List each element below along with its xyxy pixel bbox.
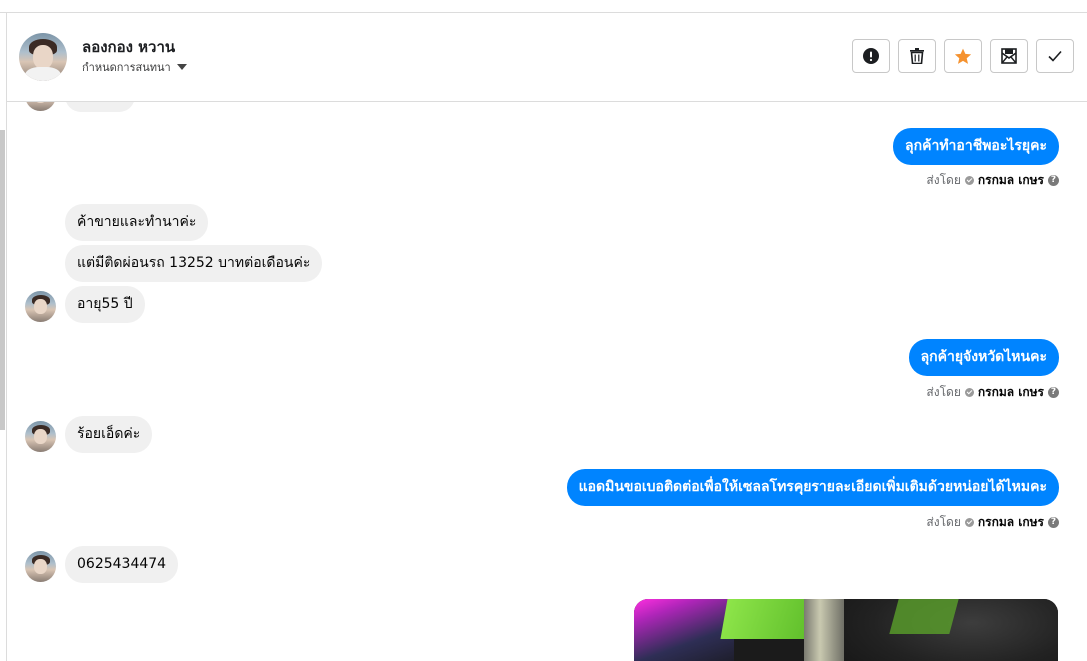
message-bubble-outgoing[interactable]: ลุกค้าทำอาชีพอะไรยุคะ — [893, 128, 1059, 165]
delete-button[interactable] — [898, 39, 936, 73]
sent-by-line: ส่งโดย กรกมล เกษร ? — [926, 171, 1059, 190]
message-bubble-incoming-cut — [65, 102, 135, 112]
trash-icon — [910, 48, 924, 64]
image-attachment[interactable] — [634, 599, 1058, 661]
contact-avatar-small[interactable] — [25, 291, 56, 322]
sent-by-line: ส่งโดย กรกมล เกษร ? — [926, 383, 1059, 402]
contact-avatar-small — [25, 102, 56, 111]
left-scrollbar[interactable] — [0, 130, 5, 430]
help-icon[interactable]: ? — [1048, 387, 1059, 398]
seen-check-icon — [964, 388, 974, 397]
sent-by-line: ส่งโดย กรกมล เกษร ? — [926, 513, 1059, 532]
sent-by-prefix: ส่งโดย — [926, 173, 961, 187]
contact-avatar-small[interactable] — [25, 421, 56, 452]
help-icon[interactable]: ? — [1048, 517, 1059, 528]
agent-name[interactable]: กรกมล เกษร — [978, 383, 1044, 402]
message-bubble-incoming[interactable]: อายุ55 ปี — [65, 286, 145, 323]
contact-avatar-small[interactable] — [25, 551, 56, 582]
message-bubble-outgoing[interactable]: แอดมินขอเบอติดต่อเพื่อให้เซลลโทรคุยรายละ… — [566, 469, 1059, 506]
message-bubble-incoming[interactable]: ค้าขายและทำนาค่ะ — [65, 204, 209, 241]
agent-name[interactable]: กรกมล เกษร — [978, 171, 1044, 190]
conversation-header: ลองกอง หวาน กำหนดการสนทนา — [7, 13, 1087, 102]
contact-name[interactable]: ลองกอง หวาน — [82, 35, 175, 59]
message-bubble-incoming[interactable]: 0625434474 — [65, 546, 179, 583]
sent-by-prefix: ส่งโดย — [926, 385, 961, 399]
star-button[interactable] — [944, 39, 982, 73]
conversation-settings-dropdown[interactable]: กำหนดการสนทนา — [82, 58, 187, 76]
sent-by-prefix: ส่งโดย — [926, 515, 961, 529]
seen-check-icon — [964, 518, 974, 527]
contact-avatar[interactable] — [19, 33, 67, 81]
seen-check-icon — [964, 176, 974, 185]
agent-name[interactable]: กรกมล เกษร — [978, 513, 1044, 532]
exclamation-circle-icon — [863, 48, 879, 64]
caret-down-icon — [176, 64, 187, 70]
mark-unread-button[interactable] — [990, 39, 1028, 73]
star-icon — [954, 48, 972, 64]
message-bubble-incoming[interactable]: แต่มีติดผ่อนรถ 13252 บาทต่อเดือนค่ะ — [65, 245, 323, 282]
message-bubble-incoming[interactable]: ร้อยเอ็ดค่ะ — [65, 416, 153, 453]
message-bubble-outgoing[interactable]: ลุกค้ายุจังหวัดไหนคะ — [908, 339, 1059, 376]
envelope-icon — [1001, 48, 1017, 64]
report-button[interactable] — [852, 39, 890, 73]
message-thread[interactable]: ลุกค้าทำอาชีพอะไรยุคะ ส่งโดย กรกมล เกษร … — [7, 102, 1087, 661]
messenger-inbox: ลองกอง หวาน กำหนดการสนทนา ลุกค้าทำอาชีพอ… — [0, 0, 1087, 661]
done-button[interactable] — [1036, 39, 1074, 73]
header-actions — [852, 39, 1074, 73]
conversation-settings-label: กำหนดการสนทนา — [82, 61, 171, 74]
help-icon[interactable]: ? — [1048, 175, 1059, 186]
checkmark-icon — [1048, 50, 1062, 62]
